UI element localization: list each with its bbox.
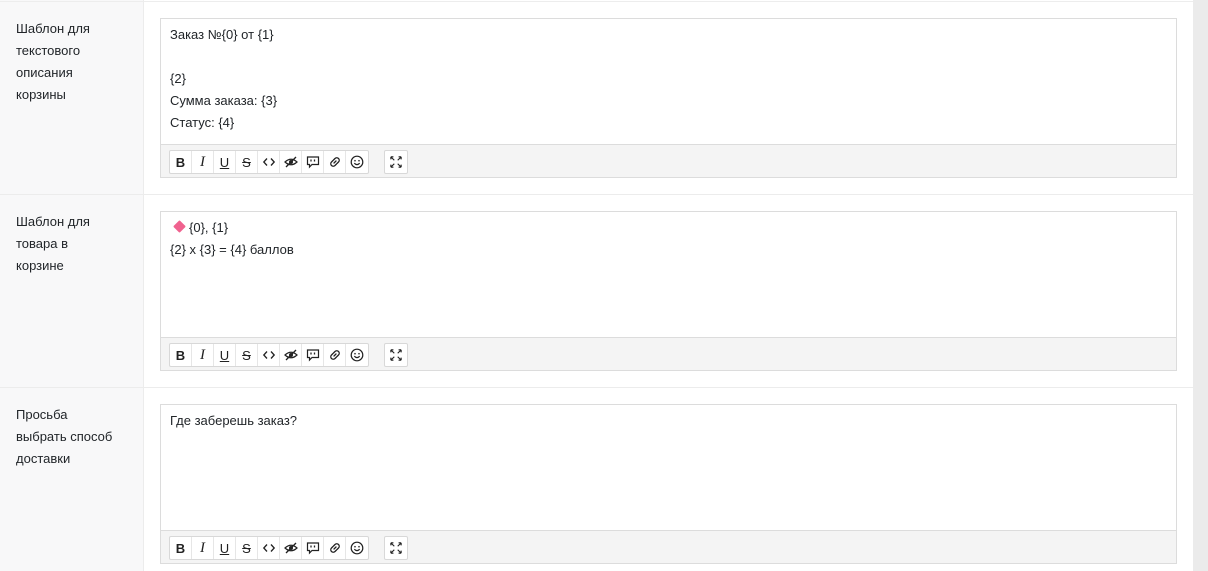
bold-icon: B	[175, 154, 186, 170]
bold-button[interactable]: B	[170, 537, 192, 559]
bold-button[interactable]: B	[170, 344, 192, 366]
emoji-button[interactable]	[346, 344, 368, 366]
spoiler-icon	[283, 542, 298, 554]
field-label-cart-item: Шаблон для товара в корзине	[16, 214, 90, 273]
quote-icon	[306, 349, 319, 362]
bold-icon: B	[175, 540, 186, 556]
strikethrough-button[interactable]: S	[236, 344, 258, 366]
format-button-group: B I U S	[169, 343, 369, 367]
editor-cart-description[interactable]: Заказ №{0} от {1} {2} Сумма заказа: {3} …	[160, 18, 1177, 178]
emoji-icon	[350, 541, 364, 555]
row-divider	[0, 387, 1193, 388]
bold-icon: B	[175, 347, 186, 363]
quote-icon	[306, 156, 319, 169]
spoiler-button[interactable]	[280, 344, 302, 366]
underline-button[interactable]: U	[214, 344, 236, 366]
strikethrough-icon: S	[242, 154, 251, 170]
link-icon	[329, 350, 340, 360]
fullscreen-icon	[390, 156, 402, 168]
top-divider	[0, 1, 1193, 2]
fullscreen-button[interactable]	[385, 344, 407, 366]
underline-button[interactable]: U	[214, 151, 236, 173]
italic-icon: I	[200, 346, 205, 363]
editor-line: Заказ №{0} от {1}	[170, 27, 274, 42]
editor-content[interactable]: Заказ №{0} от {1} {2} Сумма заказа: {3} …	[161, 19, 1176, 139]
spoiler-icon	[283, 156, 298, 168]
strikethrough-button[interactable]: S	[236, 151, 258, 173]
italic-button[interactable]: I	[192, 344, 214, 366]
italic-icon: I	[200, 539, 205, 556]
emoji-button[interactable]	[346, 151, 368, 173]
strikethrough-button[interactable]: S	[236, 537, 258, 559]
bold-button[interactable]: B	[170, 151, 192, 173]
editor-line: Где заберешь заказ?	[170, 413, 298, 428]
code-icon	[262, 351, 275, 359]
format-button-group: B I U S	[169, 150, 369, 174]
editor-line: Сумма заказа: {3}	[170, 93, 278, 108]
fullscreen-button-group	[384, 150, 408, 174]
editor-content[interactable]: {0}, {1} {2} x {3} = {4} баллов	[161, 212, 1176, 266]
link-icon	[329, 543, 340, 553]
italic-button[interactable]: I	[192, 151, 214, 173]
quote-button[interactable]	[302, 344, 324, 366]
quote-button[interactable]	[302, 151, 324, 173]
pink-diamond-icon	[173, 220, 186, 233]
field-label-cart-description: Шаблон для текстового описания корзины	[16, 21, 90, 102]
strikethrough-icon: S	[242, 540, 251, 556]
link-button[interactable]	[324, 344, 346, 366]
emoji-icon	[350, 155, 364, 169]
formatting-toolbar: B I U S	[161, 337, 1176, 370]
emoji-button[interactable]	[346, 537, 368, 559]
editor-line: {2}	[170, 71, 186, 86]
quote-button[interactable]	[302, 537, 324, 559]
format-button-group: B I U S	[169, 536, 369, 560]
editor-line: {2} x {3} = {4} баллов	[170, 242, 294, 257]
code-icon	[262, 544, 275, 552]
underline-icon: U	[219, 540, 230, 556]
formatting-toolbar: B I U S	[161, 530, 1176, 563]
field-label-delivery-request: Просьба выбрать способ доставки	[16, 407, 113, 466]
fullscreen-button-group	[384, 343, 408, 367]
scrollbar[interactable]	[1193, 0, 1208, 571]
italic-icon: I	[200, 153, 205, 170]
link-button[interactable]	[324, 537, 346, 559]
code-button[interactable]	[258, 151, 280, 173]
code-button[interactable]	[258, 344, 280, 366]
row-divider	[0, 194, 1193, 195]
editor-line: {0}, {1}	[189, 220, 229, 235]
quote-icon	[306, 542, 319, 555]
editor-delivery-request[interactable]: Где заберешь заказ? B I U S	[160, 404, 1177, 564]
formatting-toolbar: B I U S	[161, 144, 1176, 177]
editor-cart-item[interactable]: {0}, {1} {2} x {3} = {4} баллов B I U S	[160, 211, 1177, 371]
link-button[interactable]	[324, 151, 346, 173]
editor-line: Статус: {4}	[170, 115, 235, 130]
fullscreen-button-group	[384, 536, 408, 560]
code-icon	[262, 158, 275, 166]
fullscreen-icon	[390, 542, 402, 554]
underline-icon: U	[219, 154, 230, 170]
emoji-icon	[350, 348, 364, 362]
spoiler-button[interactable]	[280, 151, 302, 173]
underline-button[interactable]: U	[214, 537, 236, 559]
link-icon	[329, 157, 340, 167]
strikethrough-icon: S	[242, 347, 251, 363]
spoiler-button[interactable]	[280, 537, 302, 559]
underline-icon: U	[219, 347, 230, 363]
italic-button[interactable]: I	[192, 537, 214, 559]
code-button[interactable]	[258, 537, 280, 559]
fullscreen-icon	[390, 349, 402, 361]
fullscreen-button[interactable]	[385, 537, 407, 559]
spoiler-icon	[283, 349, 298, 361]
editor-content[interactable]: Где заберешь заказ?	[161, 405, 1176, 437]
fullscreen-button[interactable]	[385, 151, 407, 173]
